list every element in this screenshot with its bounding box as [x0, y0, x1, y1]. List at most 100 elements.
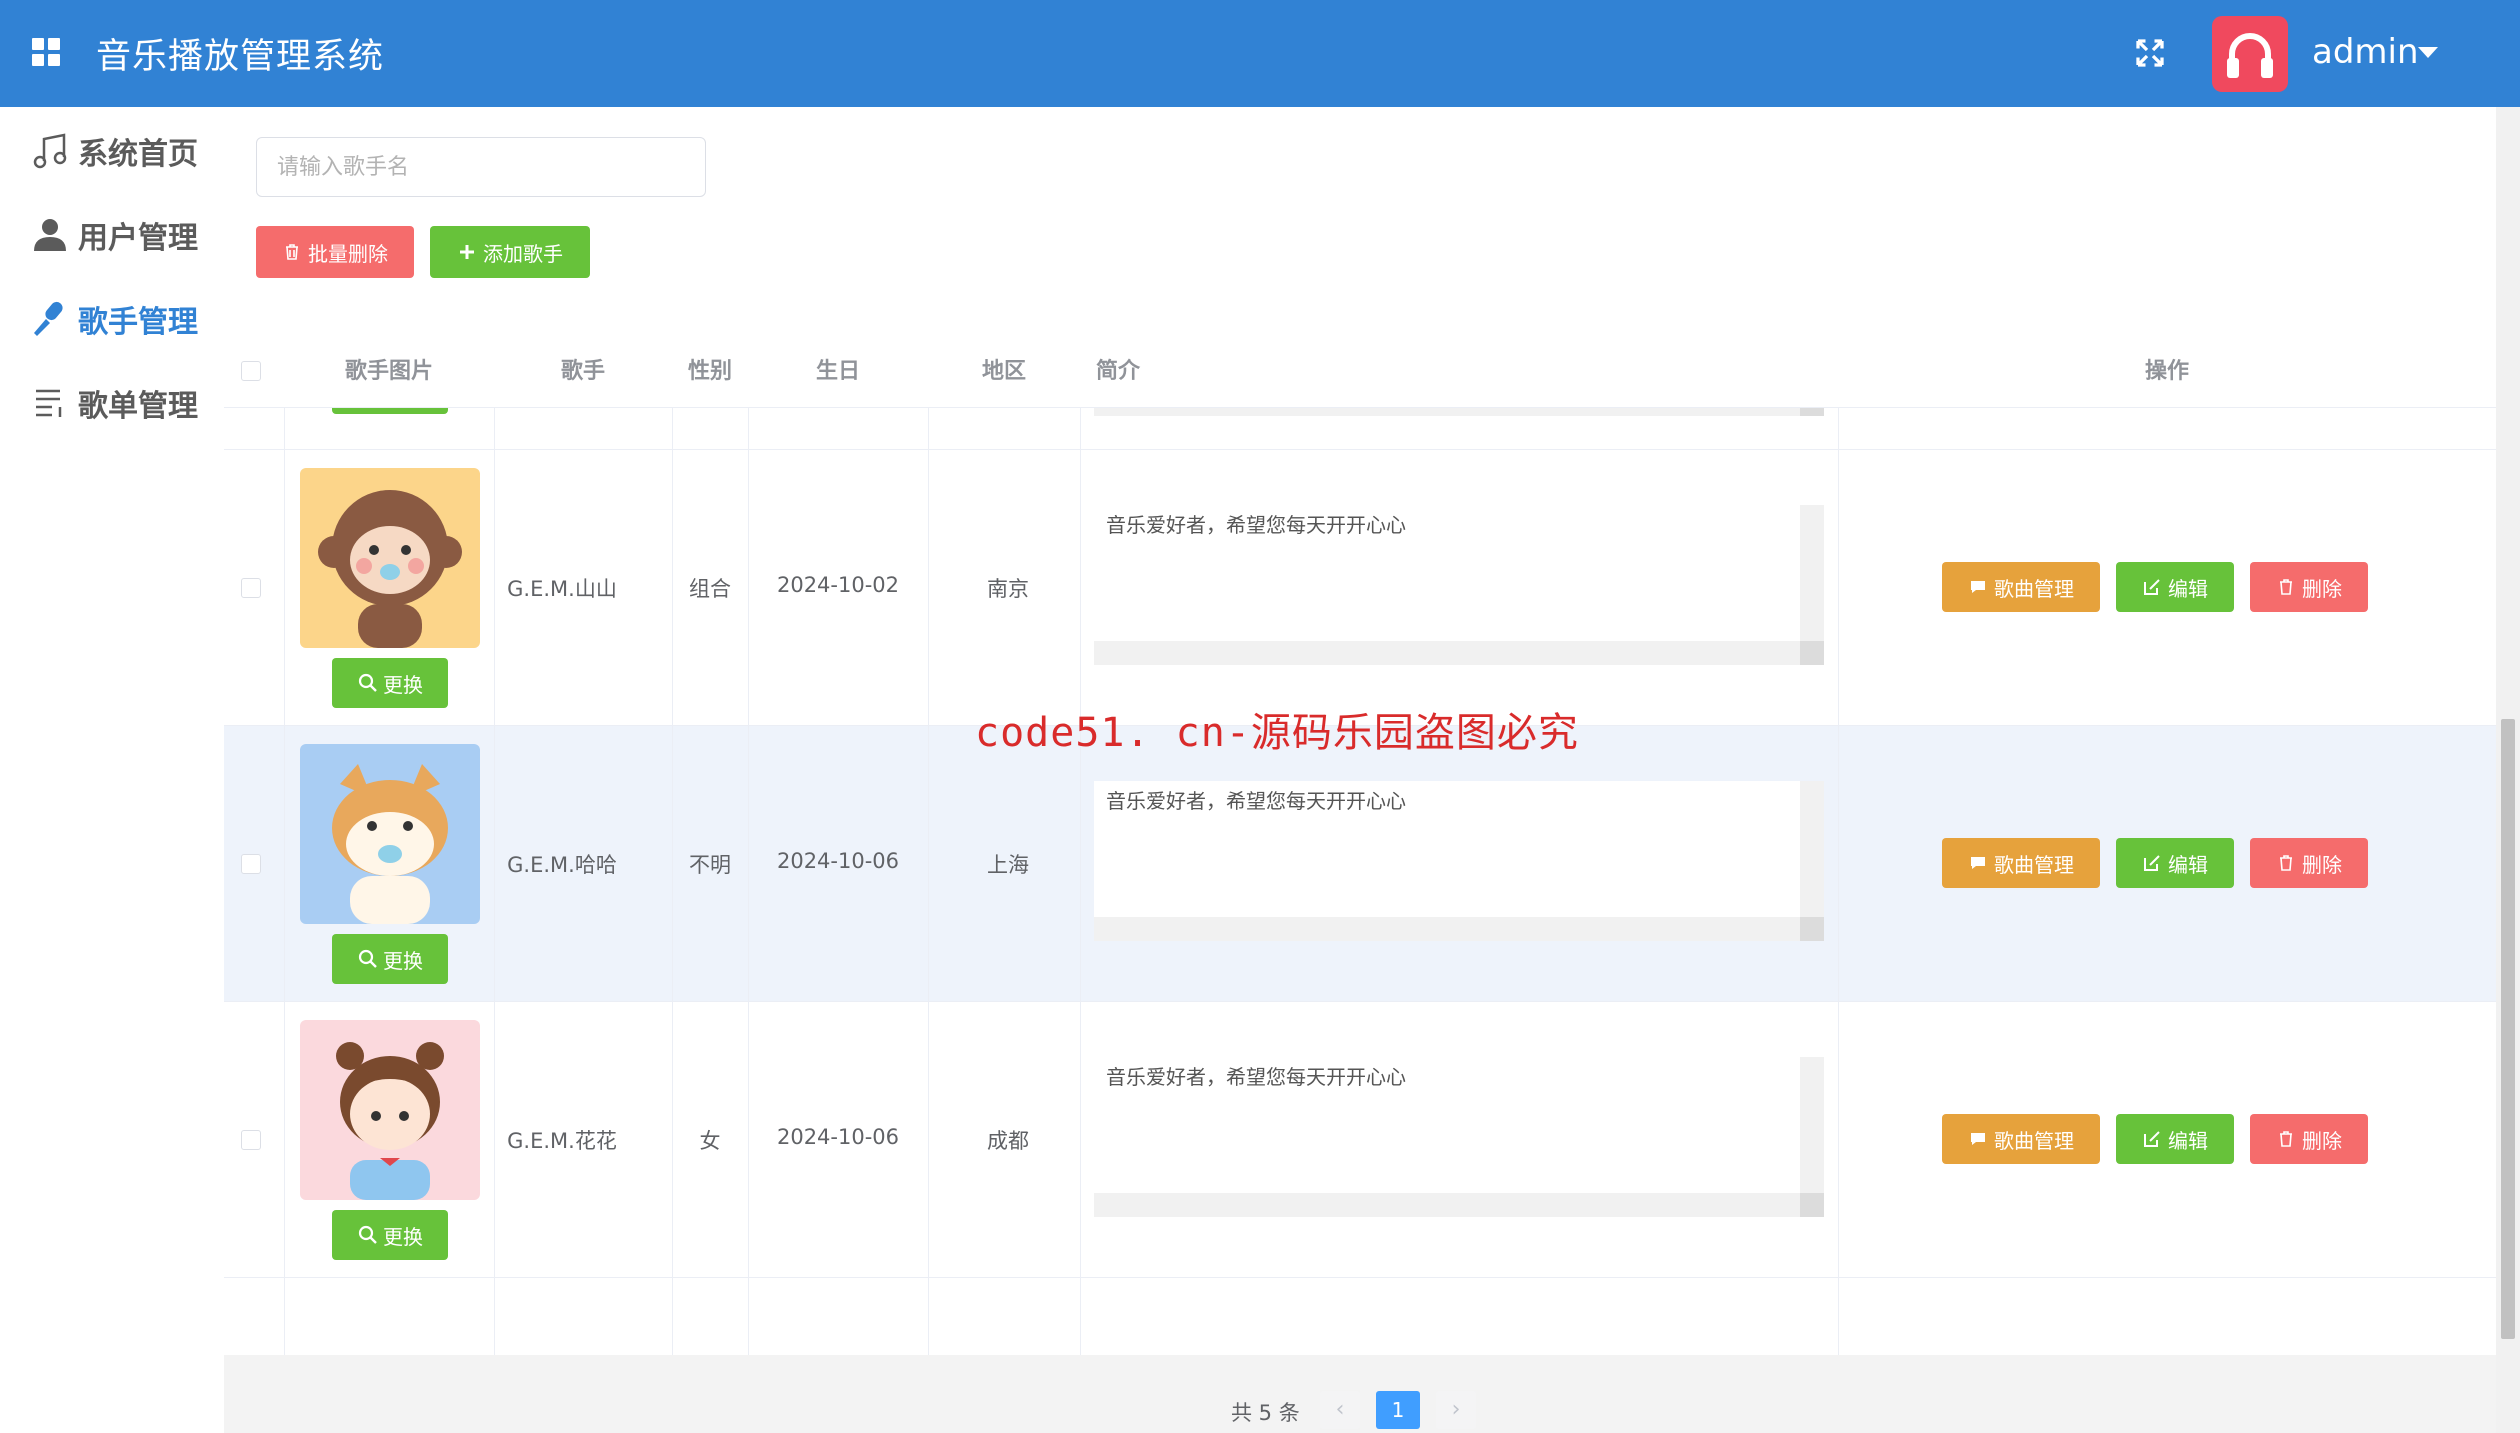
- edit-icon: [2144, 579, 2160, 595]
- prev-page-button[interactable]: ‹: [1320, 1391, 1360, 1429]
- username[interactable]: admin: [2312, 32, 2419, 72]
- column-header[interactable]: 操作: [1838, 335, 2496, 408]
- singer-region: 成都: [987, 1129, 1029, 1153]
- sidebar-item-home[interactable]: 系统首页: [0, 111, 224, 191]
- table-header: 歌手图片 歌手 性别 生日 地区 简介 操作: [224, 335, 2496, 408]
- music-note-icon: [33, 133, 67, 169]
- singer-gender: 不明: [689, 853, 731, 877]
- singer-name: G.E.M.山山: [507, 577, 617, 601]
- menu-grid-icon[interactable]: [32, 38, 62, 68]
- column-header[interactable]: 歌手图片: [284, 335, 494, 408]
- column-divider: [928, 335, 929, 1355]
- change-label: 更换: [383, 672, 423, 697]
- edit-button[interactable]: 编辑: [2116, 838, 2234, 888]
- edit-label: 编辑: [2168, 852, 2208, 877]
- add-singer-button[interactable]: 添加歌手: [430, 226, 590, 278]
- delete-label: 删除: [2302, 576, 2342, 601]
- column-header[interactable]: 简介: [1096, 335, 1196, 408]
- sidebar-item-label: 系统首页: [78, 137, 198, 172]
- row-checkbox[interactable]: [241, 854, 261, 874]
- next-page-button[interactable]: ›: [1436, 1391, 1476, 1429]
- watermark-text: code51. cn-源码乐园盗图必究: [975, 710, 1579, 756]
- song-manage-button[interactable]: 歌曲管理: [1942, 562, 2100, 612]
- singer-name: G.E.M.花花: [507, 1129, 617, 1153]
- change-image-button[interactable]: 更换: [332, 934, 448, 984]
- avatar[interactable]: [2212, 16, 2288, 92]
- trash-icon: [2280, 1131, 2292, 1147]
- page-scrollbar[interactable]: [2496, 107, 2520, 1433]
- scroll-corner: [1800, 917, 1824, 941]
- trash-icon: [2280, 579, 2292, 595]
- chat-icon: [1971, 1133, 1985, 1145]
- fullscreen-icon[interactable]: [2132, 35, 2168, 71]
- change-label: 更换: [383, 948, 423, 973]
- trash-icon: [2280, 855, 2292, 871]
- search-icon: [358, 673, 377, 692]
- search-icon: [358, 1225, 377, 1244]
- row-checkbox[interactable]: [241, 1130, 261, 1150]
- table-row: 更换 G.E.M.花花 女 2024-10-06 成都 音乐爱好者，希望您每天开…: [224, 1002, 2496, 1278]
- edit-button[interactable]: 编辑: [2116, 562, 2234, 612]
- select-all-checkbox[interactable]: [241, 361, 261, 381]
- main-content: 批量删除 添加歌手 更换 歌曲管理 编辑 删除: [224, 107, 2496, 1433]
- singer-name: G.E.M.哈哈: [507, 853, 617, 877]
- horizontal-scrollbar[interactable]: [1094, 917, 1800, 941]
- singer-region: 南京: [987, 577, 1029, 601]
- column-header[interactable]: 生日: [748, 335, 928, 408]
- sidebar-item-users[interactable]: 用户管理: [0, 195, 224, 275]
- delete-button[interactable]: 删除: [2250, 1114, 2368, 1164]
- sidebar-item-singers[interactable]: 歌手管理: [0, 279, 224, 359]
- edit-icon: [2144, 1131, 2160, 1147]
- change-image-button[interactable]: 更换: [332, 1210, 448, 1260]
- page-number[interactable]: 1: [1376, 1391, 1420, 1429]
- column-divider: [672, 335, 673, 1355]
- singer-birthday: 2024-10-06: [776, 1125, 900, 1149]
- sidebar-item-label: 歌单管理: [78, 389, 198, 424]
- column-header[interactable]: 地区: [928, 335, 1080, 408]
- song-manage-button[interactable]: 歌曲管理: [1942, 838, 2100, 888]
- microphone-icon: [34, 301, 63, 336]
- horizontal-scrollbar[interactable]: [1094, 641, 1800, 665]
- change-label: 更换: [383, 1224, 423, 1249]
- table-row: 更换 G.E.M.哈哈 不明 2024-10-06 上海 音乐爱好者，希望您每天…: [224, 726, 2496, 1002]
- sidebar-item-playlists[interactable]: 歌单管理: [0, 363, 224, 443]
- column-divider: [494, 335, 495, 1355]
- song-manage-label: 歌曲管理: [1994, 576, 2074, 601]
- batch-delete-label: 批量删除: [308, 241, 388, 266]
- pagination: 共 5 条 ‹ 1 ›: [224, 1355, 2496, 1433]
- change-image-button[interactable]: 更换: [332, 658, 448, 708]
- column-header[interactable]: 歌手: [494, 335, 672, 408]
- edit-button[interactable]: 编辑: [2116, 1114, 2234, 1164]
- batch-delete-button[interactable]: 批量删除: [256, 226, 414, 278]
- singer-gender: 女: [699, 1129, 721, 1153]
- horizontal-scrollbar[interactable]: [1094, 1193, 1800, 1217]
- intro-scroll-box[interactable]: 音乐爱好者，希望您每天开开心心: [1094, 1057, 1824, 1217]
- plus-icon: [460, 245, 474, 259]
- delete-button[interactable]: 删除: [2250, 838, 2368, 888]
- vertical-scrollbar[interactable]: [1800, 1057, 1824, 1197]
- singer-image: [300, 468, 480, 648]
- playlist-icon: [36, 389, 62, 417]
- sidebar: 系统首页 用户管理 歌手管理 歌单管理: [0, 107, 224, 1433]
- sidebar-item-label: 用户管理: [78, 221, 198, 256]
- total-count: 共 5 条: [1231, 1401, 1300, 1425]
- column-divider: [1838, 335, 1839, 1355]
- vertical-scrollbar[interactable]: [1800, 505, 1824, 645]
- intro-scroll-box[interactable]: 音乐爱好者，希望您每天开开心心: [1094, 505, 1824, 665]
- scrollbar-thumb[interactable]: [2501, 719, 2515, 1339]
- delete-label: 删除: [2302, 852, 2342, 877]
- delete-button[interactable]: 删除: [2250, 562, 2368, 612]
- vertical-scrollbar[interactable]: [1800, 781, 1824, 921]
- singer-image: [300, 1020, 480, 1200]
- chevron-down-icon[interactable]: [2418, 47, 2438, 58]
- column-header[interactable]: 性别: [672, 335, 748, 408]
- table-row: 更换 G.E.M.山山 组合 2024-10-02 南京 音乐爱好者，希望您每天…: [224, 450, 2496, 726]
- singer-image: [300, 744, 480, 924]
- intro-scroll-box[interactable]: 音乐爱好者，希望您每天开开心心: [1094, 781, 1824, 941]
- app-title: 音乐播放管理系统: [96, 37, 385, 77]
- singer-table: 更换 歌曲管理 编辑 删除: [224, 335, 2496, 1355]
- song-manage-label: 歌曲管理: [1994, 1128, 2074, 1153]
- row-checkbox[interactable]: [241, 578, 261, 598]
- song-manage-button[interactable]: 歌曲管理: [1942, 1114, 2100, 1164]
- search-input[interactable]: [256, 137, 706, 197]
